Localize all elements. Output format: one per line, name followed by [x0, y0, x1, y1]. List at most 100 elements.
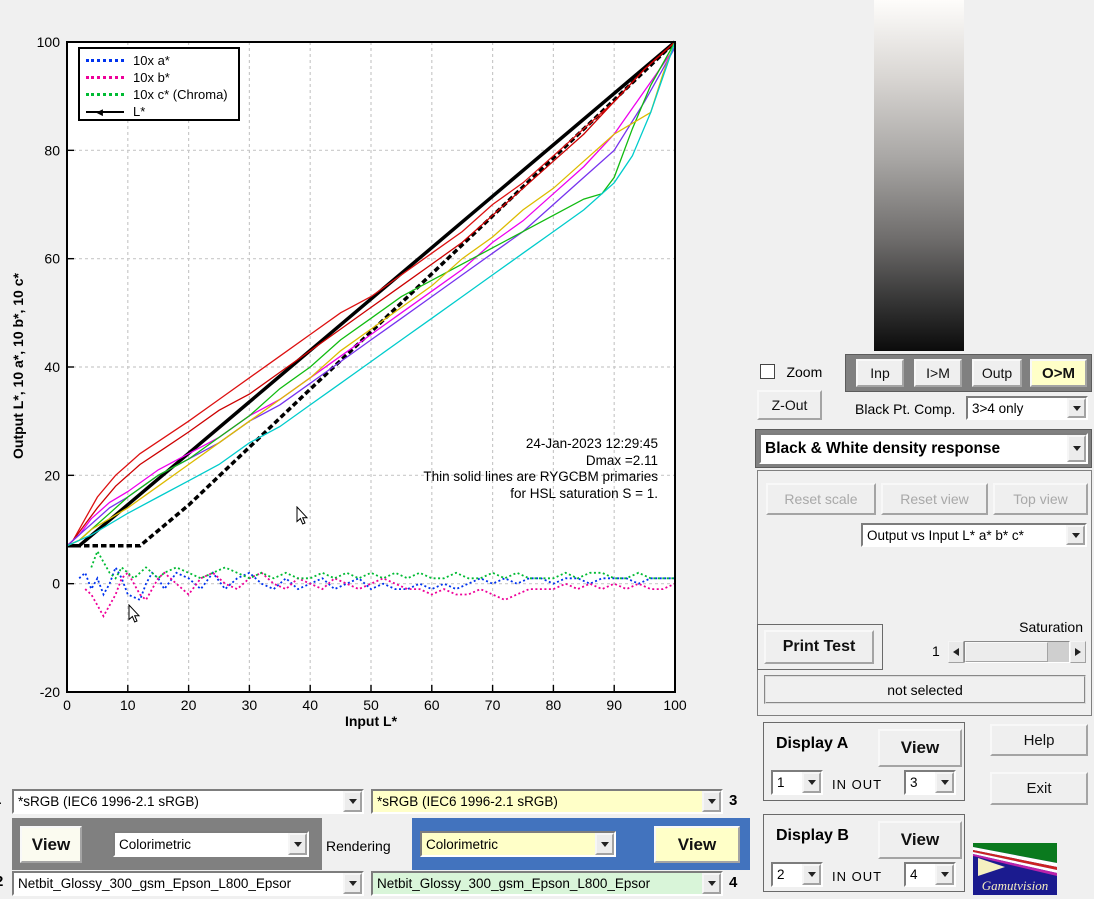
- intent-right-select[interactable]: Colorimetric: [420, 831, 616, 857]
- gamutvision-logo: Gamutvision: [973, 843, 1057, 895]
- legend-item-c: 10x c* (Chroma): [80, 86, 238, 103]
- display-a-out-select[interactable]: 3: [904, 770, 956, 795]
- tick-label-x: 70: [485, 697, 501, 713]
- display-b-out-select[interactable]: 4: [904, 862, 956, 887]
- checkbox-box[interactable]: [760, 364, 775, 379]
- display-a-inout-label: IN OUT: [832, 777, 882, 792]
- inp-button[interactable]: Inp: [856, 359, 904, 387]
- profile-2-select[interactable]: Netbit_Glossy_300_gsm_Epson_L800_Epsor: [12, 871, 364, 896]
- chevron-down-icon[interactable]: [935, 772, 954, 793]
- rendering-panel-left: View Colorimetric: [12, 818, 322, 870]
- profile-4-index: 4: [729, 874, 737, 891]
- reset-scale-button[interactable]: Reset scale: [766, 483, 876, 515]
- z-out-button[interactable]: Z-Out: [757, 390, 822, 420]
- chevron-down-icon[interactable]: [1067, 398, 1086, 418]
- c-star-swatch: [86, 93, 124, 96]
- intent-left-value: Colorimetric: [115, 833, 288, 855]
- tick-label-x: 50: [363, 697, 379, 713]
- y-axis-label: Output L*, 10 a*, 10 b*, 10 c*: [10, 236, 26, 496]
- chevron-down-icon[interactable]: [595, 833, 614, 855]
- chevron-down-icon[interactable]: [1066, 525, 1085, 545]
- tick-label-y: 100: [37, 34, 61, 50]
- profile-1-value: *sRGB (IEC6 1996-2.1 sRGB): [14, 791, 343, 812]
- mouse-cursor: [296, 506, 309, 526]
- profile-4-value: Netbit_Glossy_300_gsm_Epson_L800_Epsor: [373, 873, 702, 894]
- tick-label-x: 0: [63, 697, 71, 713]
- profile-3-index: 3: [729, 792, 737, 809]
- legend-label: 10x c* (Chroma): [133, 87, 228, 102]
- tick-label-x: 100: [663, 697, 687, 713]
- output-vs-input-select[interactable]: Output vs Input L* a* b* c*: [861, 523, 1087, 547]
- print-test-button[interactable]: Print Test: [764, 630, 874, 664]
- chevron-down-icon[interactable]: [702, 791, 721, 812]
- annotation-dmax: Dmax =2.11: [380, 453, 658, 470]
- profile-4-select[interactable]: Netbit_Glossy_300_gsm_Epson_L800_Epsor: [371, 871, 723, 896]
- tick-label-x: 90: [606, 697, 622, 713]
- outp-button[interactable]: Outp: [972, 359, 1022, 387]
- display-a-view-button[interactable]: View: [878, 729, 962, 767]
- l-star-swatch: ◀: [86, 111, 124, 113]
- o-to-m-button[interactable]: O>M: [1030, 359, 1087, 387]
- saturation-slider[interactable]: [948, 641, 1086, 663]
- mouse-cursor: [128, 604, 141, 624]
- profile-3-select[interactable]: *sRGB (IEC6 1996-2.1 sRGB): [371, 789, 723, 814]
- annotation-note-1: Thin solid lines are RYGCBM primaries: [380, 469, 658, 486]
- view-left-button[interactable]: View: [20, 826, 82, 863]
- chevron-down-icon[interactable]: [935, 864, 954, 885]
- tick-label-x: 10: [120, 697, 136, 713]
- display-b-group: Display B View 2 IN OUT 4: [763, 814, 965, 892]
- i-to-m-button[interactable]: I>M: [914, 359, 962, 387]
- view-mode-value: Black & White density response: [761, 435, 1067, 462]
- display-a-in-value: 1: [773, 772, 802, 793]
- slider-thumb[interactable]: [965, 642, 1048, 662]
- display-b-view-button[interactable]: View: [878, 821, 962, 859]
- zoom-checkbox[interactable]: Zoom: [760, 363, 822, 381]
- display-a-in-select[interactable]: 1: [771, 770, 823, 795]
- chevron-down-icon[interactable]: [288, 833, 307, 855]
- chevron-down-icon[interactable]: [343, 873, 362, 894]
- tick-label-y: 60: [44, 251, 60, 267]
- logo-text: Gamutvision: [982, 878, 1048, 893]
- exit-button[interactable]: Exit: [990, 772, 1088, 805]
- display-a-title: Display A: [776, 735, 848, 753]
- density-combo-frame: Black & White density response: [755, 429, 1092, 468]
- intent-left-select[interactable]: Colorimetric: [113, 831, 309, 857]
- legend-item-a: 10x a*: [80, 52, 238, 69]
- top-view-button[interactable]: Top view: [993, 483, 1088, 515]
- chevron-down-icon[interactable]: [702, 873, 721, 894]
- help-button[interactable]: Help: [990, 724, 1088, 756]
- b-star-swatch: [86, 76, 124, 79]
- display-a-out-value: 3: [906, 772, 935, 793]
- plot-options-panel: Reset scale Reset view Top view Output v…: [757, 470, 1092, 716]
- marker-icon: ◀: [96, 108, 103, 117]
- annotation-date: 24-Jan-2023 12:29:45: [380, 436, 658, 453]
- slider-left-arrow-icon[interactable]: [948, 641, 964, 663]
- tick-label-x: 40: [302, 697, 318, 713]
- profile-3-value: *sRGB (IEC6 1996-2.1 sRGB): [373, 791, 702, 812]
- tick-label-x: 20: [181, 697, 197, 713]
- tick-label-y: 20: [44, 467, 60, 483]
- chevron-down-icon[interactable]: [1067, 435, 1086, 462]
- chevron-down-icon[interactable]: [802, 772, 821, 793]
- view-right-button[interactable]: View: [654, 826, 740, 863]
- reset-view-button[interactable]: Reset view: [881, 483, 988, 515]
- intent-right-value: Colorimetric: [422, 833, 595, 855]
- profile-2-value: Netbit_Glossy_300_gsm_Epson_L800_Epsor: [14, 873, 343, 894]
- legend-item-b: 10x b*: [80, 69, 238, 86]
- density-response-plot: 0102030405060708090100-20020406080100 Ou…: [0, 0, 740, 775]
- output-vs-input-value: Output vs Input L* a* b* c*: [863, 525, 1066, 545]
- tick-label-x: 30: [242, 697, 258, 713]
- slider-track[interactable]: [964, 641, 1070, 663]
- a-star-swatch: [86, 59, 124, 62]
- profile-1-select[interactable]: *sRGB (IEC6 1996-2.1 sRGB): [12, 789, 364, 814]
- rendering-panel-right: Colorimetric View: [412, 818, 750, 870]
- display-b-in-select[interactable]: 2: [771, 862, 823, 887]
- black-pt-comp-select[interactable]: 3>4 only: [966, 396, 1088, 420]
- tick-label-y: 40: [44, 359, 60, 375]
- chevron-down-icon[interactable]: [343, 791, 362, 812]
- io-button-panel: Inp I>M Outp O>M: [845, 354, 1092, 392]
- view-mode-select[interactable]: Black & White density response: [759, 433, 1088, 464]
- slider-right-arrow-icon[interactable]: [1070, 641, 1086, 663]
- display-b-inout-label: IN OUT: [832, 869, 882, 884]
- chevron-down-icon[interactable]: [802, 864, 821, 885]
